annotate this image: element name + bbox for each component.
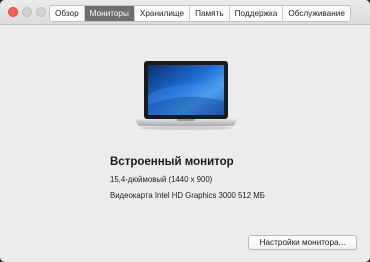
graphics-card: Видеокарта Intel HD Graphics 3000 512 МБ [110, 191, 265, 200]
macbook-pro-icon [135, 61, 237, 130]
zoom-button[interactable] [36, 7, 46, 17]
minimize-button[interactable] [22, 7, 32, 17]
tab-storage[interactable]: Хранилище [135, 6, 191, 21]
title-bar: Обзор Мониторы Хранилище Память Поддержк… [0, 0, 370, 25]
tab-bar: Обзор Мониторы Хранилище Память Поддержк… [49, 5, 351, 22]
tab-memory[interactable]: Память [190, 6, 230, 21]
close-button[interactable] [8, 7, 18, 17]
display-settings-button[interactable]: Настройки монитора... [248, 235, 357, 250]
tab-displays[interactable]: Мониторы [84, 6, 135, 21]
system-info-window: Обзор Мониторы Хранилище Память Поддержк… [0, 0, 370, 262]
display-size: 15,4-дюймовый (1440 x 900) [110, 175, 213, 184]
display-name: Встроенный монитор [110, 156, 234, 168]
tab-support[interactable]: Поддержка [230, 6, 284, 21]
tab-service[interactable]: Обслуживание [283, 6, 350, 21]
tab-overview[interactable]: Обзор [50, 6, 85, 21]
